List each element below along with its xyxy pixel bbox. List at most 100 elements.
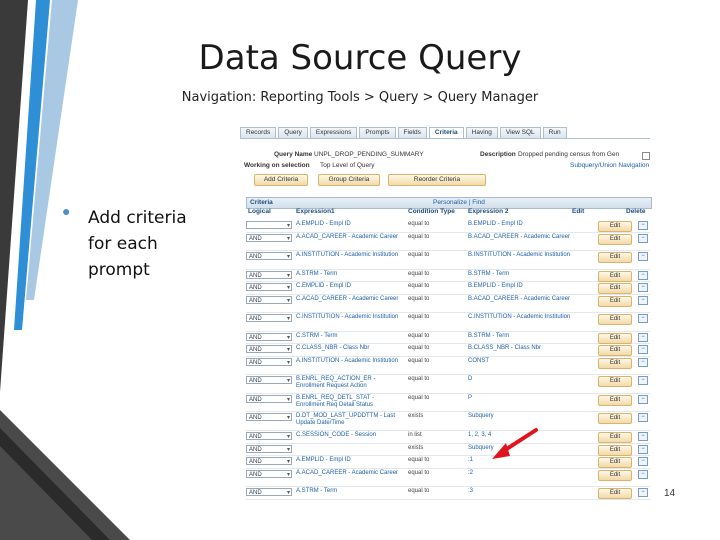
expression2-link[interactable]: 1, 2, 3, 4 bbox=[468, 432, 572, 439]
expression2-link[interactable]: B.ACAD_CAREER - Academic Career bbox=[468, 234, 572, 241]
tab-records[interactable]: Records bbox=[240, 127, 277, 138]
logical-select[interactable]: AND bbox=[246, 413, 292, 422]
expression1-link[interactable]: A.EMPLID - Empl ID bbox=[296, 221, 351, 227]
description-checkbox[interactable] bbox=[642, 152, 650, 160]
edit-button[interactable]: Edit bbox=[598, 394, 632, 406]
delete-row-icon[interactable]: − bbox=[638, 376, 648, 386]
delete-row-icon[interactable]: − bbox=[638, 270, 648, 280]
tab-fields[interactable]: Fields bbox=[397, 127, 427, 138]
logical-select[interactable]: AND bbox=[246, 345, 292, 354]
expression2-link[interactable]: B.EMPLID - Empl ID bbox=[468, 283, 572, 290]
tab-having[interactable]: Having bbox=[465, 127, 498, 138]
expression2-link[interactable]: CONST bbox=[468, 358, 572, 365]
expression1-link[interactable]: A.ACAD_CAREER - Academic Career bbox=[296, 470, 398, 476]
edit-button[interactable]: Edit bbox=[598, 357, 632, 369]
expression2-link[interactable]: B.INSTITUTION - Academic Institution bbox=[468, 252, 572, 259]
delete-row-icon[interactable]: − bbox=[638, 283, 648, 293]
logical-select[interactable]: AND bbox=[246, 252, 292, 261]
logical-select[interactable]: AND bbox=[246, 295, 292, 305]
edit-button[interactable]: Edit bbox=[598, 376, 632, 388]
tab-criteria[interactable]: Criteria bbox=[428, 127, 464, 138]
delete-row-icon[interactable]: − bbox=[638, 221, 648, 230]
subquery-navigation-link[interactable]: Subquery/Union Navigation bbox=[570, 162, 649, 169]
edit-button[interactable]: Edit bbox=[598, 270, 632, 282]
expression2-link[interactable]: D bbox=[468, 376, 572, 383]
delete-row-icon[interactable]: − bbox=[638, 457, 648, 467]
edit-button[interactable]: Edit bbox=[598, 431, 632, 443]
delete-row-icon[interactable]: − bbox=[638, 295, 648, 305]
expression1-link[interactable]: A.STRM - Term bbox=[296, 271, 337, 277]
delete-row-icon[interactable]: − bbox=[638, 488, 648, 498]
expression2-link[interactable]: B.CLASS_NBR - Class Nbr bbox=[468, 345, 572, 352]
criteria-nav-links[interactable]: Personalize | Find bbox=[433, 199, 485, 206]
tab-expressions[interactable]: Expressions bbox=[309, 127, 358, 138]
edit-button[interactable]: Edit bbox=[598, 488, 632, 500]
delete-row-icon[interactable]: − bbox=[638, 314, 648, 324]
delete-row-icon[interactable]: − bbox=[638, 394, 648, 404]
logical-select[interactable]: AND bbox=[246, 394, 292, 404]
logical-select[interactable]: AND bbox=[246, 283, 292, 292]
logical-select[interactable]: AND bbox=[246, 431, 292, 441]
expression1-link[interactable]: C.SESSION_CODE - Session bbox=[296, 432, 376, 438]
logical-select[interactable]: AND bbox=[246, 488, 292, 497]
expression1-link[interactable]: C.EMPLID - Empl ID bbox=[296, 283, 351, 289]
expression1-link[interactable]: A.EMPLID - Empl ID bbox=[296, 457, 351, 463]
tab-view-sql[interactable]: View SQL bbox=[499, 127, 541, 138]
edit-button[interactable]: Edit bbox=[598, 233, 632, 245]
delete-row-icon[interactable]: − bbox=[638, 431, 648, 441]
edit-button[interactable]: Edit bbox=[598, 295, 632, 307]
delete-row-icon[interactable]: − bbox=[638, 444, 648, 454]
expression1-link[interactable]: A.STRM - Term bbox=[296, 488, 337, 494]
expression2-link[interactable]: :3 bbox=[468, 488, 572, 495]
logical-select[interactable]: AND bbox=[246, 332, 292, 342]
expression2-link[interactable]: Subquery bbox=[468, 413, 572, 420]
expression2-link[interactable]: B.EMPLID - Empl ID bbox=[468, 221, 572, 228]
group-criteria-button[interactable]: Group Criteria bbox=[318, 174, 380, 186]
edit-button[interactable]: Edit bbox=[598, 413, 632, 425]
edit-button[interactable]: Edit bbox=[598, 332, 632, 344]
expression2-link[interactable]: :2 bbox=[468, 470, 572, 477]
reorder-criteria-button[interactable]: Reorder Criteria bbox=[388, 174, 486, 186]
logical-select[interactable]: AND bbox=[246, 444, 292, 454]
logical-select[interactable] bbox=[246, 221, 292, 230]
expression2-link[interactable]: :1 bbox=[468, 457, 572, 464]
expression1-link[interactable]: B.ENRL_REQ_ACTION_ER - Enrollment Reques… bbox=[296, 376, 375, 389]
expression1-link[interactable]: C.CLASS_NBR - Class Nbr bbox=[296, 345, 369, 351]
edit-button[interactable]: Edit bbox=[598, 345, 632, 357]
logical-select[interactable]: AND bbox=[246, 270, 292, 280]
expression2-link[interactable]: B.ACAD_CAREER - Academic Career bbox=[468, 296, 572, 303]
delete-row-icon[interactable]: − bbox=[638, 233, 648, 243]
expression2-link[interactable]: C.INSTITUTION - Academic Institution bbox=[468, 314, 572, 321]
expression2-link[interactable]: Subquery bbox=[468, 445, 572, 452]
expression2-link[interactable]: B.STRM - Term bbox=[468, 271, 572, 278]
expression1-link[interactable]: A.INSTITUTION - Academic Institution bbox=[296, 358, 398, 364]
logical-select[interactable]: AND bbox=[246, 469, 292, 479]
delete-row-icon[interactable]: − bbox=[638, 413, 648, 423]
delete-row-icon[interactable]: − bbox=[638, 332, 648, 342]
logical-select[interactable]: AND bbox=[246, 314, 292, 323]
logical-select[interactable]: AND bbox=[246, 457, 292, 466]
expression1-link[interactable]: C.ACAD_CAREER - Academic Career bbox=[296, 296, 398, 302]
expression1-link[interactable]: A.INSTITUTION - Academic Institution bbox=[296, 252, 398, 258]
logical-select[interactable]: AND bbox=[246, 357, 292, 367]
edit-button[interactable]: Edit bbox=[598, 444, 632, 456]
delete-row-icon[interactable]: − bbox=[638, 345, 648, 355]
delete-row-icon[interactable]: − bbox=[638, 357, 648, 367]
edit-button[interactable]: Edit bbox=[598, 283, 632, 295]
expression2-link[interactable]: B.STRM - Term bbox=[468, 333, 572, 340]
edit-button[interactable]: Edit bbox=[598, 457, 632, 469]
expression1-link[interactable]: B.ENRL_REQ_DETL_STAT - Enrollment Req De… bbox=[296, 395, 374, 408]
edit-button[interactable]: Edit bbox=[598, 252, 632, 264]
expression2-link[interactable]: P bbox=[468, 395, 572, 402]
add-criteria-button[interactable]: Add Criteria bbox=[254, 174, 308, 186]
expression1-link[interactable]: D.DT_MOD_LAST_UPDDTTM - Last Update Date… bbox=[296, 413, 395, 426]
edit-button[interactable]: Edit bbox=[598, 221, 632, 232]
delete-row-icon[interactable]: − bbox=[638, 469, 648, 479]
expression1-link[interactable]: A.ACAD_CAREER - Academic Career bbox=[296, 234, 398, 240]
expression1-link[interactable]: C.INSTITUTION - Academic Institution bbox=[296, 314, 398, 320]
tab-query[interactable]: Query bbox=[278, 127, 308, 138]
edit-button[interactable]: Edit bbox=[598, 469, 632, 481]
tab-run[interactable]: Run bbox=[542, 127, 567, 138]
edit-button[interactable]: Edit bbox=[598, 314, 632, 326]
delete-row-icon[interactable]: − bbox=[638, 252, 648, 262]
